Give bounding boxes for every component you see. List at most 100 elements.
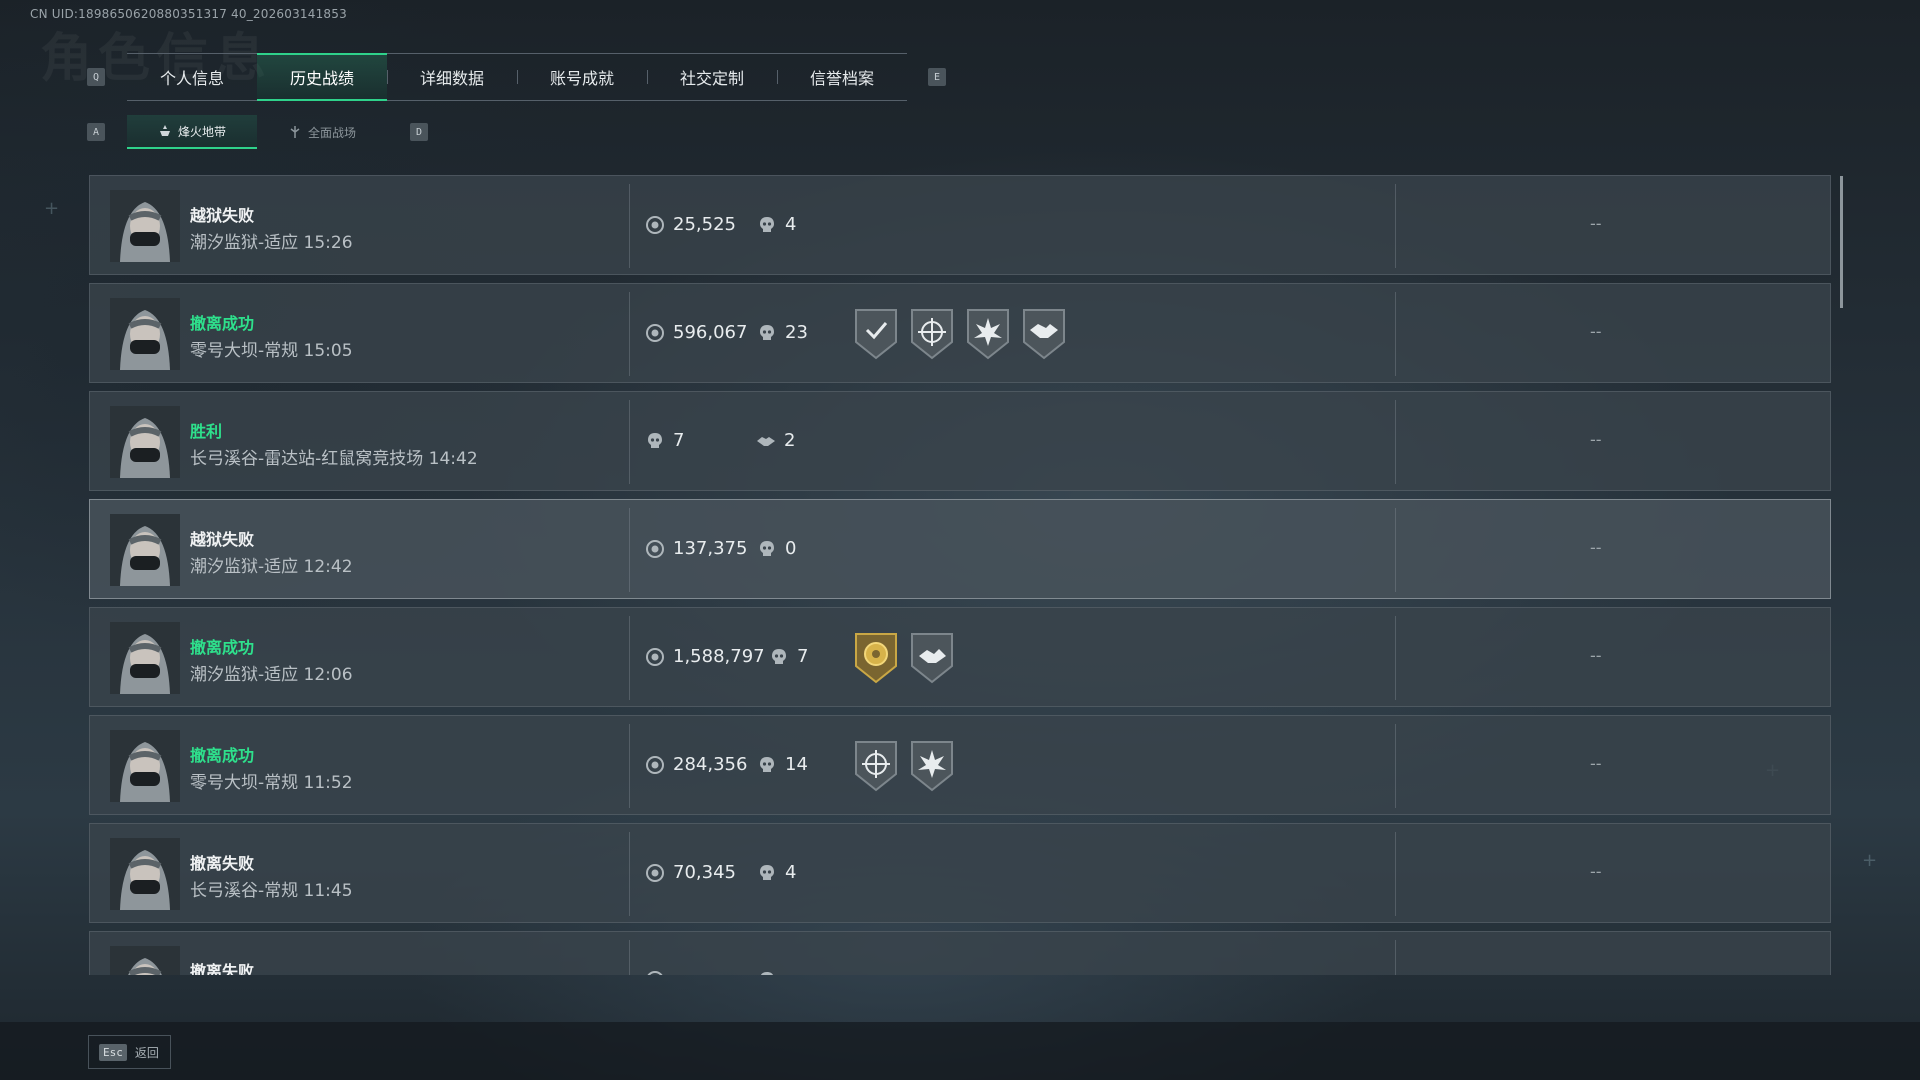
skull-icon [760, 972, 774, 975]
kill-count: 23 [757, 322, 808, 343]
loot-value-text: 1,588,797 [673, 646, 765, 667]
skull-icon [760, 540, 774, 556]
crosshair-badge-icon[interactable] [852, 738, 900, 794]
extra-info: -- [1590, 214, 1602, 233]
divider [1395, 832, 1396, 916]
loot-value: 70,345 [645, 862, 736, 883]
match-row[interactable]: 越狱失败 潮汐监狱-适应 12:42 137,375 0 -- [89, 499, 1831, 599]
back-button[interactable]: Esc 返回 [88, 1035, 171, 1069]
decor-plus-icon: + [44, 198, 60, 219]
extra-info: -- [1590, 538, 1602, 557]
skull-icon [760, 216, 774, 232]
match-result: 撤离成功 [190, 638, 255, 657]
explosion-badge-icon[interactable] [964, 306, 1012, 362]
list-scrollbar[interactable] [1840, 176, 1843, 308]
kill-count: 7 [645, 430, 684, 451]
match-row[interactable]: 撤离失败 长弓溪谷-常规 11:45 70,345 4 -- [89, 823, 1831, 923]
operator-avatar [110, 622, 180, 694]
tab-achievements[interactable]: 账号成就 [517, 53, 647, 101]
deal-badge-icon[interactable] [908, 630, 956, 686]
divider [629, 832, 630, 916]
divider [1395, 184, 1396, 268]
match-map-time: 潮汐监狱-适应 12:06 [190, 665, 353, 685]
loot-value-text: 70,345 [673, 862, 736, 883]
divider [629, 724, 630, 808]
achievement-badges [852, 306, 1068, 362]
shield-check-badge-icon[interactable] [852, 306, 900, 362]
main-tabs: 个人信息 历史战绩 详细数据 账号成就 社交定制 信誉档案 [127, 53, 907, 101]
kill-count: 7 [769, 646, 808, 667]
match-row[interactable]: 撤离成功 零号大坝-常规 15:05 596,067 23 -- [89, 283, 1831, 383]
decor-plus-icon: + [1862, 850, 1878, 871]
extra-info: -- [1590, 430, 1602, 449]
match-row[interactable]: 胜利 长弓溪谷-雷达站-红鼠窝竞技场 14:42 7 2 -- [89, 391, 1831, 491]
tab-match-history[interactable]: 历史战绩 [257, 53, 387, 101]
divider [1395, 508, 1396, 592]
loot-value-text: 596,067 [673, 322, 748, 343]
match-result: 撤离失败 [190, 854, 255, 873]
next-tab-key[interactable]: E [928, 68, 946, 86]
kill-count-text: 7 [797, 646, 809, 667]
subtab-battlefield[interactable]: 全面战场 [257, 115, 387, 149]
match-map-time: 潮汐监狱-适应 12:42 [190, 557, 353, 577]
divider [1395, 940, 1396, 975]
match-row[interactable]: 撤离失败 [89, 931, 1831, 975]
coin-icon [646, 539, 664, 558]
kill-count-text: 0 [785, 538, 797, 559]
tab-credit-record[interactable]: 信誉档案 [777, 53, 907, 101]
match-result: 撤离成功 [190, 746, 255, 765]
tab-profile[interactable]: 个人信息 [127, 53, 257, 101]
loot-value [645, 970, 665, 975]
skull-icon [648, 432, 662, 448]
match-map-time: 零号大坝-常规 11:52 [190, 773, 353, 793]
esc-key: Esc [99, 1043, 127, 1061]
loot-value: 137,375 [645, 538, 747, 559]
tab-detailed-data[interactable]: 详细数据 [387, 53, 517, 101]
extra-info: -- [1590, 646, 1602, 665]
achievement-badges [852, 630, 956, 686]
loot-value: 596,067 [645, 322, 747, 343]
handshake-badge-icon[interactable] [1020, 306, 1068, 362]
coin-icon [646, 323, 664, 342]
subtab-warzone[interactable]: 烽火地带 [127, 115, 257, 149]
match-row[interactable]: 越狱失败 潮汐监狱-适应 15:26 25,525 4 -- [89, 175, 1831, 275]
match-row[interactable]: 撤离成功 零号大坝-常规 11:52 284,356 14 -- [89, 715, 1831, 815]
loot-value-text: 137,375 [673, 538, 748, 559]
loot-value: 1,588,797 [645, 646, 765, 667]
coin-icon [647, 971, 663, 975]
match-map-time: 潮汐监狱-适应 15:26 [190, 233, 353, 253]
handshake-icon [757, 436, 775, 446]
assist-count-text: 2 [784, 430, 796, 451]
kill-count: 14 [757, 754, 808, 775]
explosion-badge-icon[interactable] [908, 738, 956, 794]
divider [629, 616, 630, 700]
gold-coin-badge-icon[interactable] [852, 630, 900, 686]
tab-social[interactable]: 社交定制 [647, 53, 777, 101]
loot-value-text: 25,525 [673, 214, 736, 235]
loot-value-text: 284,356 [673, 754, 748, 775]
prev-subtab-key[interactable]: A [87, 123, 105, 141]
divider [629, 184, 630, 268]
battlefield-icon [290, 126, 300, 138]
kill-count-text: 7 [673, 430, 685, 451]
divider [1395, 400, 1396, 484]
kill-count: 0 [757, 538, 796, 559]
match-row[interactable]: 撤离成功 潮汐监狱-适应 12:06 1,588,797 7 -- [89, 607, 1831, 707]
match-map-time: 零号大坝-常规 15:05 [190, 341, 353, 361]
warzone-icon [159, 125, 170, 136]
prev-tab-key[interactable]: Q [87, 68, 105, 86]
skull-icon [772, 648, 786, 664]
crosshair-badge-icon[interactable] [908, 306, 956, 362]
achievement-badges [852, 738, 956, 794]
extra-info: -- [1590, 754, 1602, 773]
operator-avatar [110, 946, 180, 975]
subtab-label: 全面战场 [307, 125, 356, 140]
coin-icon [646, 755, 664, 774]
match-history-list: 越狱失败 潮汐监狱-适应 15:26 25,525 4 -- 撤离成功 零号大坝… [89, 175, 1831, 975]
kill-count-text: 4 [785, 214, 797, 235]
coin-icon [646, 863, 664, 882]
next-subtab-key[interactable]: D [410, 123, 428, 141]
operator-avatar [110, 406, 180, 478]
kill-count: 4 [757, 214, 796, 235]
kill-count-text: 14 [785, 754, 808, 775]
